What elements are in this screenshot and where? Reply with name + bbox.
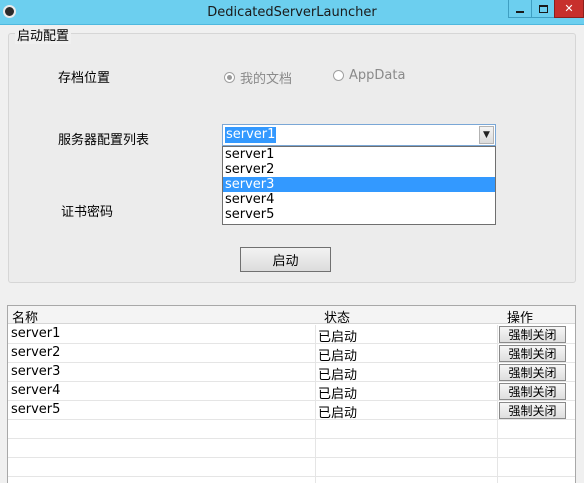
table-row[interactable]: server4 已启动 强制关闭 xyxy=(8,382,575,402)
cell-name: server3 xyxy=(11,364,61,379)
radio-dot-icon xyxy=(333,70,344,81)
maximize-icon xyxy=(538,4,548,13)
table-row[interactable]: server2 已启动 强制关闭 xyxy=(8,344,575,364)
server-config-dropdown: server1 server2 server3 server4 server5 xyxy=(222,146,496,225)
minimize-button[interactable] xyxy=(508,0,532,18)
table-row[interactable]: server5 已启动 强制关闭 xyxy=(8,401,575,421)
cert-password-label: 证书密码 xyxy=(61,205,114,220)
dropdown-option-server3[interactable]: server3 xyxy=(223,177,495,192)
save-location-label: 存档位置 xyxy=(58,71,111,86)
cell-name: server1 xyxy=(11,326,61,341)
force-close-button[interactable]: 强制关闭 xyxy=(499,364,566,381)
title-bar[interactable]: DedicatedServerLauncher ✕ xyxy=(0,0,584,25)
header-action[interactable]: 操作 xyxy=(507,307,533,326)
dropdown-option-server4[interactable]: server4 xyxy=(223,192,495,207)
cell-status: 已启动 xyxy=(318,387,358,402)
cell-status: 已启动 xyxy=(318,406,358,421)
server-config-selected-value: server1 xyxy=(225,127,277,143)
force-close-button[interactable]: 强制关闭 xyxy=(499,402,566,419)
chevron-down-icon[interactable]: ▼ xyxy=(479,126,494,144)
empty-row xyxy=(8,458,575,477)
force-close-button[interactable]: 强制关闭 xyxy=(499,383,566,400)
header-name[interactable]: 名称 xyxy=(12,307,38,326)
force-close-button[interactable]: 强制关闭 xyxy=(499,345,566,362)
dropdown-option-server2[interactable]: server2 xyxy=(223,162,495,177)
dropdown-option-server5[interactable]: server5 xyxy=(223,207,495,222)
table-header: 名称 状态 操作 xyxy=(8,306,575,326)
table-row[interactable]: server1 已启动 强制关闭 xyxy=(8,325,575,345)
close-icon: ✕ xyxy=(564,2,574,15)
empty-row xyxy=(8,439,575,458)
server-config-label: 服务器配置列表 xyxy=(58,133,150,148)
start-button[interactable]: 启动 xyxy=(240,247,331,272)
cell-name: server5 xyxy=(11,402,61,417)
radio-appdata[interactable]: AppData xyxy=(333,68,405,83)
minimize-icon xyxy=(516,10,524,13)
force-close-button[interactable]: 强制关闭 xyxy=(499,326,566,343)
radio-my-documents[interactable]: 我的文档 xyxy=(224,68,292,87)
radio-dot-icon xyxy=(224,72,235,83)
empty-row xyxy=(8,420,575,439)
window-title: DedicatedServerLauncher xyxy=(207,5,377,20)
dropdown-option-server1[interactable]: server1 xyxy=(223,147,495,162)
cell-status: 已启动 xyxy=(318,349,358,364)
header-status[interactable]: 状态 xyxy=(324,307,350,326)
server-table: 名称 状态 操作 server1 已启动 强制关闭 server2 已启动 强制… xyxy=(7,305,576,483)
cell-status: 已启动 xyxy=(318,368,358,383)
close-button[interactable]: ✕ xyxy=(554,0,584,18)
cell-name: server2 xyxy=(11,345,61,360)
cell-status: 已启动 xyxy=(318,330,358,345)
cell-name: server4 xyxy=(11,383,61,398)
radio-my-documents-label: 我的文档 xyxy=(240,72,293,87)
radio-appdata-label: AppData xyxy=(349,68,406,83)
server-config-combobox[interactable]: server1 ▼ xyxy=(222,124,496,146)
maximize-button[interactable] xyxy=(531,0,555,18)
group-legend: 启动配置 xyxy=(15,25,72,44)
table-row[interactable]: server3 已启动 强制关闭 xyxy=(8,363,575,383)
